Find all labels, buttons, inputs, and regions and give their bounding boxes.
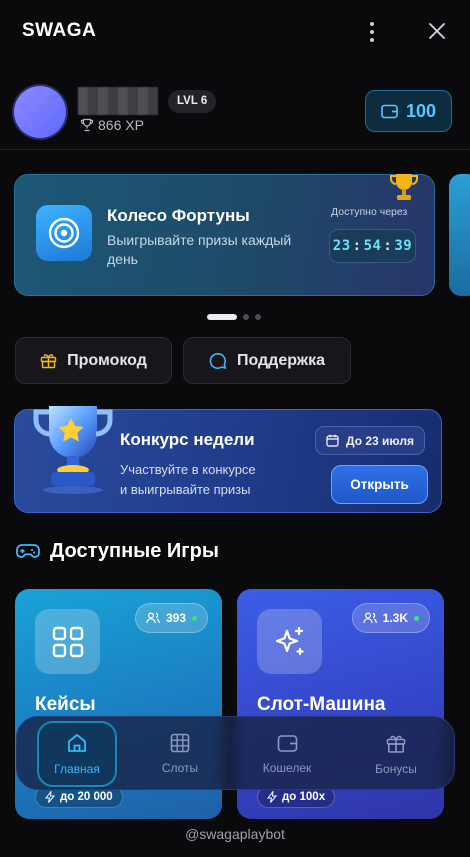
weekly-contest-banner[interactable]: Конкурс недели Участвуйте в конкурсе и в… [14,406,442,513]
avatar[interactable] [14,86,66,138]
trophy-cup-icon [33,406,113,494]
support-button[interactable]: Поддержка [183,337,351,384]
available-label: Доступно через [331,206,408,218]
bottom-navigation: Главная Слоты Кошелек Бонусы [16,716,455,790]
gift-icon [40,354,57,369]
app-title: SWAGA [22,20,97,41]
balance-value: 100 [405,100,437,121]
carousel-title: Колесо Фортуны [107,206,250,225]
wallet-icon [277,734,297,752]
game-name: Кейсы [35,694,96,715]
level-badge: LVL 6 [168,90,217,113]
profile-row: 866 XP LVL 6 100 [0,80,470,150]
gold-trophy-icon [390,174,418,200]
lightning-icon [45,791,55,803]
users-icon [146,612,160,624]
gift-icon [386,735,406,753]
users-icon [362,612,377,624]
game-name: Слот-Машина [257,694,386,715]
contest-title: Конкурс недели [120,430,255,449]
nav-item-home[interactable]: Главная [37,721,117,787]
online-count-chip: 1.3K [351,603,430,633]
timer-seconds: 39 [394,238,413,254]
bot-handle[interactable]: @swagaplaybot [0,826,470,842]
promo-code-button[interactable]: Промокод [15,337,172,384]
contest-date: До 23 июля [346,433,414,448]
grid-icon [35,609,100,674]
fortune-wheel-card[interactable]: Колесо Фортуны Выигрывайте призы каждый … [14,174,435,296]
xp-display: 866 XP [80,117,144,133]
promo-label: Промокод [67,351,147,369]
nav-item-bonuses[interactable]: Бонусы [356,721,436,787]
timer-minutes: 54 [363,238,382,254]
carousel-dot-2[interactable] [243,314,249,320]
online-count-chip: 393 [134,603,208,633]
carousel-subtitle: Выигрывайте призы каждый день [107,232,292,267]
lightning-icon [267,791,277,803]
contest-open-button[interactable]: Открыть [331,465,428,504]
contest-subtitle-line-2: и выигрывайте призы [120,482,251,497]
balance-button[interactable]: 100 [365,90,452,132]
username-redacted [78,87,158,115]
home-icon [68,734,86,752]
trophy-icon [80,118,94,132]
sparkles-icon [257,609,322,674]
slots-grid-icon [170,733,190,753]
wallet-icon [381,104,398,118]
nav-label: Кошелек [262,760,312,775]
timer-hours: 23 [332,238,351,254]
online-count: 1.3K [382,611,408,625]
prize-value: до 100х [282,791,326,803]
nav-item-slots[interactable]: Слоты [140,721,220,787]
online-dot [192,615,197,621]
nav-item-wallet[interactable]: Кошелек [247,721,327,787]
contest-date-chip: До 23 июля [315,426,425,455]
chat-bubble-icon [209,352,227,369]
xp-value: 866 XP [98,117,144,133]
games-section-title: Доступные Игры [50,540,219,562]
contest-subtitle: Участвуйте в конкурсе и выигрывайте приз… [120,460,256,500]
close-icon[interactable] [427,21,447,41]
carousel-pagination [207,314,261,320]
support-label: Поддержка [236,351,326,369]
carousel-dot-1[interactable] [207,314,237,320]
kebab-menu-icon[interactable] [363,20,381,44]
target-icon [36,205,92,261]
gamepad-icon [16,544,40,558]
nav-label: Слоты [161,761,199,775]
online-dot [414,615,419,621]
nav-label: Бонусы [375,761,417,776]
prize-value: до 20 000 [60,791,113,803]
carousel-dot-3[interactable] [255,314,261,320]
contest-subtitle-line-1: Участвуйте в конкурсе [120,462,256,477]
countdown-timer: 23: 54: 39 [329,229,416,263]
top-bar: SWAGA [0,0,470,64]
nav-label: Главная [54,762,100,776]
online-count: 393 [165,611,186,625]
calendar-icon [326,434,339,447]
next-slide-peek[interactable] [449,174,470,296]
